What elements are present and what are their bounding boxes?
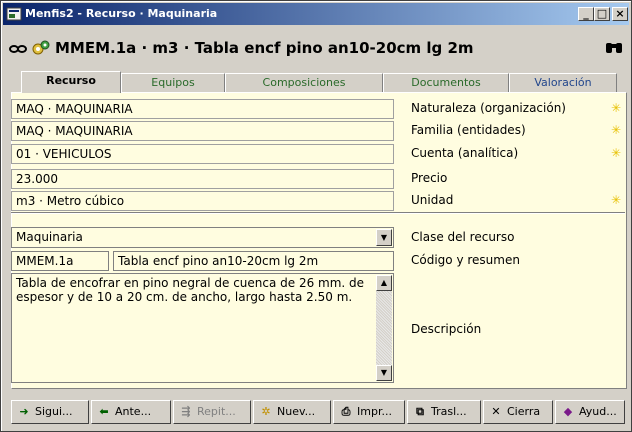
gears-icon bbox=[32, 40, 49, 55]
unidad-label: Unidad bbox=[411, 193, 454, 207]
ayuda-button[interactable]: ◆ Ayud... bbox=[555, 400, 625, 424]
tab-valoracion[interactable]: Valoración bbox=[509, 73, 617, 93]
tab-strip: Recurso Equipos Composiciones Documentos… bbox=[21, 71, 629, 93]
trasladar-button[interactable]: ⧉ Trasl... bbox=[407, 400, 481, 424]
nuevo-button[interactable]: ✲ Nuev... bbox=[253, 400, 331, 424]
familia-label: Familia (entidades) bbox=[411, 123, 526, 137]
naturaleza-field[interactable]: MAQ · MAQUINARIA bbox=[11, 99, 394, 119]
chevron-down-icon[interactable]: ▼ bbox=[376, 229, 392, 246]
unidad-field[interactable]: m3 · Metro cúbico bbox=[11, 191, 394, 211]
clase-select[interactable]: Maquinaria ▼ bbox=[11, 227, 394, 248]
descripcion-text: Tabla de encofrar en pino negral de cuen… bbox=[16, 276, 365, 304]
cierra-button[interactable]: ✕ Cierra bbox=[483, 400, 553, 424]
repeat-icon: ⇶ bbox=[181, 405, 191, 418]
codigo-field[interactable]: MMEM.1a bbox=[11, 251, 109, 271]
binoculars-icon[interactable] bbox=[605, 39, 623, 55]
scroll-down-icon[interactable]: ▼ bbox=[376, 365, 392, 381]
new-icon: ✲ bbox=[261, 405, 271, 418]
required-star-icon: ✳ bbox=[611, 193, 622, 207]
descripcion-scrollbar[interactable]: ▲ ▼ bbox=[376, 275, 392, 381]
bottom-toolbar: ➜ Sigui... ⬅ Ante... ⇶ Repit... ✲ Nuev... ⎙ I… bbox=[11, 400, 627, 426]
scroll-up-icon[interactable]: ▲ bbox=[376, 275, 392, 291]
app-icon bbox=[6, 7, 22, 21]
precio-field[interactable]: 23.000 bbox=[11, 169, 394, 189]
clase-label: Clase del recurso bbox=[411, 230, 515, 244]
minimize-button[interactable]: _ bbox=[578, 7, 594, 21]
help-book-icon: ◆ bbox=[563, 405, 573, 418]
close-window-button[interactable]: × bbox=[612, 7, 628, 21]
separator bbox=[11, 212, 625, 214]
required-star-icon: ✳ bbox=[611, 101, 622, 115]
maximize-button[interactable]: □ bbox=[594, 7, 610, 21]
tab-composiciones[interactable]: Composiciones bbox=[225, 73, 383, 93]
resumen-field[interactable]: Tabla encf pino an10-20cm lg 2m bbox=[113, 251, 394, 271]
transfer-icon: ⧉ bbox=[416, 405, 424, 418]
cuenta-label: Cuenta (analítica) bbox=[411, 146, 519, 160]
imprimir-button[interactable]: ⎙ Impr... bbox=[333, 400, 405, 424]
link-icon bbox=[9, 45, 27, 53]
repetir-button[interactable]: ⇶ Repit... bbox=[173, 400, 251, 424]
window-title: Menfis2 - Recurso · Maquinaria bbox=[25, 7, 218, 20]
tab-documentos[interactable]: Documentos bbox=[383, 73, 509, 93]
tab-equipos[interactable]: Equipos bbox=[121, 73, 225, 93]
required-star-icon: ✳ bbox=[611, 123, 622, 137]
cuenta-field[interactable]: 01 · VEHICULOS bbox=[11, 144, 394, 164]
anterior-button[interactable]: ⬅ Ante... bbox=[91, 400, 171, 424]
title-bar[interactable]: Menfis2 - Recurso · Maquinaria _ □ × bbox=[3, 3, 629, 25]
clase-select-value: Maquinaria bbox=[16, 230, 83, 244]
siguiente-button[interactable]: ➜ Sigui... bbox=[11, 400, 89, 424]
printer-icon: ⎙ bbox=[341, 405, 351, 418]
codigo-label: Código y resumen bbox=[411, 253, 520, 267]
descripcion-label: Descripción bbox=[411, 322, 482, 336]
record-icons bbox=[9, 39, 51, 60]
close-icon: ✕ bbox=[491, 405, 501, 418]
record-header: MMEM.1a · m3 · Tabla encf pino an10-20cm… bbox=[9, 37, 625, 61]
app-window: Menfis2 - Recurso · Maquinaria _ □ × MME… bbox=[0, 0, 632, 432]
naturaleza-label: Naturaleza (organización) bbox=[411, 101, 566, 115]
tab-recurso[interactable]: Recurso bbox=[21, 71, 121, 93]
required-star-icon: ✳ bbox=[611, 146, 622, 160]
precio-label: Precio bbox=[411, 171, 448, 185]
descripcion-textarea[interactable]: Tabla de encofrar en pino negral de cuen… bbox=[11, 273, 394, 383]
arrow-left-icon: ⬅ bbox=[99, 405, 109, 418]
arrow-right-icon: ➜ bbox=[19, 405, 29, 418]
familia-field[interactable]: MAQ · MAQUINARIA bbox=[11, 121, 394, 141]
record-title: MMEM.1a · m3 · Tabla encf pino an10-20cm… bbox=[55, 39, 474, 57]
